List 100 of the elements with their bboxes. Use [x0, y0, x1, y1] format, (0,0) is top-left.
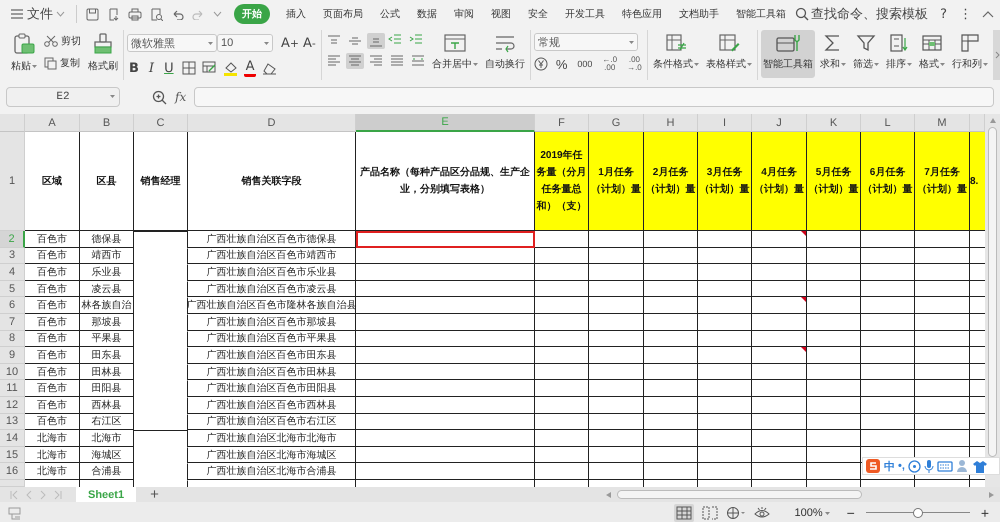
input-mode-label[interactable]: 中: [884, 458, 895, 474]
thousands-button[interactable]: 000: [575, 59, 594, 69]
eye-icon[interactable]: [754, 506, 770, 520]
ribbon-tab[interactable]: 插入: [285, 4, 307, 24]
macro-icon[interactable]: [8, 506, 22, 520]
ribbon-tab[interactable]: 数据: [416, 4, 438, 24]
customize-caret-icon[interactable]: [213, 11, 222, 17]
row-header[interactable]: 15: [0, 446, 25, 464]
paste-button[interactable]: 粘贴: [9, 30, 39, 78]
increase-indent-icon[interactable]: [408, 33, 423, 45]
column-header[interactable]: F: [535, 114, 589, 132]
ribbon-tab[interactable]: 视图: [490, 4, 512, 24]
row-header[interactable]: 1: [0, 132, 25, 231]
formula-input[interactable]: [194, 87, 994, 107]
column-header[interactable]: K: [807, 114, 861, 132]
print-preview-icon[interactable]: [150, 8, 163, 20]
format-painter-button[interactable]: 格式刷: [86, 30, 120, 78]
name-box[interactable]: E2: [6, 87, 120, 107]
italic-button[interactable]: I: [146, 58, 156, 78]
decrease-indent-icon[interactable]: [388, 33, 402, 45]
ribbon-tab[interactable]: 智能工具箱: [735, 4, 787, 24]
zoom-in-button[interactable]: +: [978, 505, 992, 521]
rows-columns-button[interactable]: 行和列: [950, 30, 990, 78]
ribbon-tab[interactable]: 审阅: [453, 4, 475, 24]
zoom-out-button[interactable]: −: [844, 505, 858, 521]
bold-button[interactable]: B: [127, 58, 141, 78]
scrollbar-thumb[interactable]: [988, 127, 997, 457]
cell-format-icon[interactable]: [202, 61, 217, 75]
eraser-icon[interactable]: [262, 62, 278, 74]
column-header[interactable]: B: [80, 114, 134, 132]
percent-button[interactable]: %: [554, 56, 570, 72]
column-header[interactable]: G: [589, 114, 644, 132]
add-sheet-button[interactable]: +: [146, 488, 163, 502]
cut-button[interactable]: 剪切: [42, 33, 83, 49]
column-header[interactable]: D: [188, 114, 356, 132]
filter-button[interactable]: 筛选: [850, 30, 881, 78]
more-button[interactable]: ⋮: [957, 4, 974, 24]
conditional-format-button[interactable]: 条件格式: [650, 30, 701, 78]
currency-icon[interactable]: [534, 57, 548, 71]
row-header[interactable]: 12: [0, 396, 25, 414]
command-search[interactable]: 查找命令、搜索模板: [793, 4, 930, 24]
scrollbar-thumb[interactable]: [617, 490, 862, 499]
ribbon-tab[interactable]: 页面布局: [322, 4, 364, 24]
format-button[interactable]: 格式: [916, 30, 947, 78]
user-icon[interactable]: [956, 459, 970, 473]
page-view-icon[interactable]: [702, 506, 718, 520]
keyboard-icon[interactable]: [936, 460, 953, 472]
collapse-ribbon-icon[interactable]: [982, 10, 994, 18]
column-header[interactable]: A: [25, 114, 80, 132]
underline-button[interactable]: U: [162, 58, 176, 78]
column-header[interactable]: M: [915, 114, 970, 132]
shirt-icon[interactable]: [972, 460, 987, 472]
sum-button[interactable]: 求和: [818, 30, 848, 78]
row-header[interactable]: 6: [0, 297, 25, 314]
row-header[interactable]: 7: [0, 314, 25, 331]
row-header[interactable]: 8: [0, 330, 25, 348]
row-header[interactable]: 13: [0, 414, 25, 430]
toolbox-button[interactable]: 智能工具箱: [760, 30, 815, 78]
page-break-icon[interactable]: [726, 506, 746, 520]
punctuation-label[interactable]: •,: [898, 460, 905, 472]
vertical-scrollbar[interactable]: [985, 114, 1000, 487]
zoom-icon[interactable]: [152, 90, 167, 104]
scroll-up-icon[interactable]: [990, 118, 996, 123]
table-style-button[interactable]: 表格样式: [704, 30, 754, 78]
scroll-left-icon[interactable]: [606, 492, 611, 498]
ribbon-tab[interactable]: 文档助手: [678, 4, 720, 24]
column-header[interactable]: L: [861, 114, 915, 132]
align-button[interactable]: [346, 53, 364, 69]
column-header[interactable]: C: [134, 114, 188, 132]
decimal-button[interactable]: .00 →.0: [625, 56, 644, 72]
column-header[interactable]: J: [752, 114, 807, 132]
export-icon[interactable]: [107, 8, 120, 20]
selected-cell[interactable]: [356, 231, 535, 248]
row-header[interactable]: 10: [0, 364, 25, 380]
borders-icon[interactable]: [182, 61, 196, 75]
print-icon[interactable]: [128, 8, 142, 20]
merge-center-button[interactable]: 合并居中: [430, 30, 480, 78]
wrap-text-button[interactable]: 自动换行: [482, 30, 527, 78]
align-button[interactable]: [366, 33, 385, 49]
row-header[interactable]: 3: [0, 248, 25, 264]
file-menu[interactable]: 文件: [8, 4, 67, 24]
font-size-field[interactable]: 10: [217, 34, 273, 52]
scroll-right-icon[interactable]: [989, 492, 994, 498]
column-header[interactable]: I: [698, 114, 752, 132]
font-name-field[interactable]: 微软雅黑: [127, 34, 217, 52]
ribbon-tab[interactable]: 特色应用: [621, 4, 663, 24]
decimal-button[interactable]: ←.0 .00: [600, 56, 620, 72]
help-button[interactable]: ?: [938, 4, 949, 24]
ribbon-tab[interactable]: 安全: [527, 4, 549, 24]
font-color-button[interactable]: A: [244, 59, 256, 77]
ribbon-tab[interactable]: 开发工具: [564, 4, 606, 24]
zoom-level-button[interactable]: 100%: [788, 506, 836, 520]
row-header[interactable]: 11: [0, 380, 25, 397]
column-header[interactable]: H: [644, 114, 698, 132]
input-method-bar[interactable]: 中 •,: [862, 457, 1000, 475]
zoom-slider[interactable]: [866, 506, 970, 520]
row-header[interactable]: 9: [0, 347, 25, 364]
row-header[interactable]: 5: [0, 280, 25, 298]
ribbon-tab[interactable]: 公式: [379, 4, 401, 24]
ribbon-scroll-button[interactable]: [992, 30, 1000, 80]
